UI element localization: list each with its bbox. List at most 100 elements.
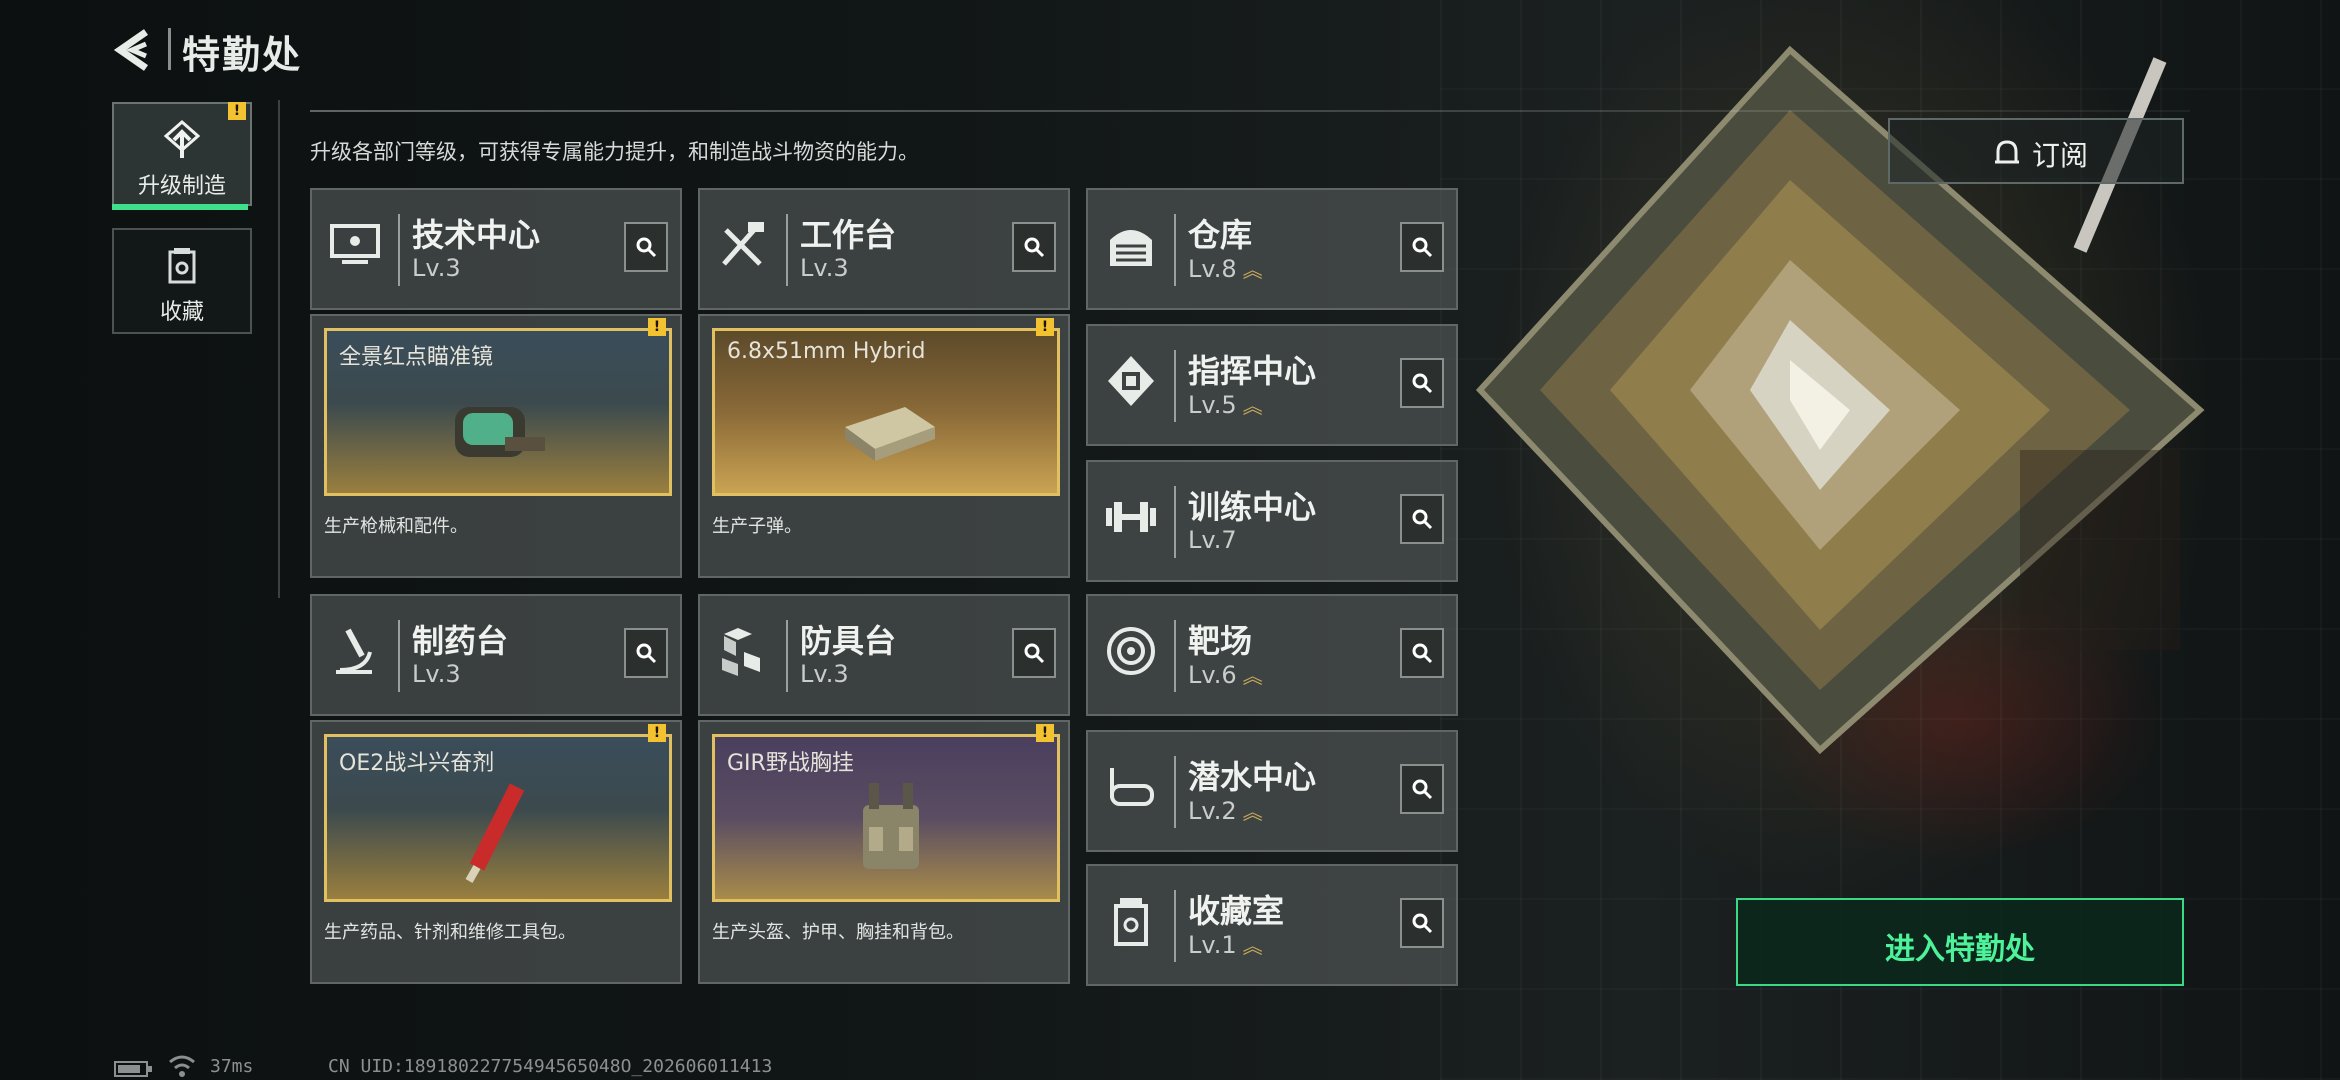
subscribe-button[interactable]: 订阅 bbox=[1888, 118, 2184, 184]
product-card-workbench[interactable]: 6.8x51mm Hybrid ! 生产子弹。 bbox=[698, 314, 1070, 578]
department-card-command[interactable]: 指挥中心 Lv.5 ︽ bbox=[1086, 324, 1458, 446]
product-card-pharmacy[interactable]: OE2战斗兴奋剂 ! 生产药品、针剂和维修工具包。 bbox=[310, 720, 682, 984]
product-description: 生产子弹。 bbox=[712, 516, 802, 537]
search-button[interactable] bbox=[1400, 222, 1444, 272]
department-card-pharmacy[interactable]: 制药台 Lv.3 bbox=[310, 594, 682, 716]
search-icon bbox=[1024, 237, 1045, 258]
department-name: 指挥中心 bbox=[1188, 352, 1317, 390]
department-card-armor[interactable]: 防具台 Lv.3 bbox=[698, 594, 1070, 716]
tools-icon bbox=[722, 222, 764, 266]
product-title: GIR野战胸挂 bbox=[727, 751, 854, 776]
product-card-armor[interactable]: GIR野战胸挂 ! 生产头盔、护甲、胸挂和背包。 bbox=[698, 720, 1070, 984]
level-up-icon: ︽ bbox=[1242, 258, 1263, 282]
department-card-tech[interactable]: 技术中心 Lv.3 bbox=[310, 188, 682, 310]
boxes-icon bbox=[722, 628, 760, 676]
tab-collection[interactable]: 收藏 bbox=[112, 228, 252, 334]
search-icon bbox=[1412, 509, 1433, 530]
department-name: 靶场 bbox=[1188, 622, 1253, 660]
monitor-icon bbox=[330, 224, 380, 264]
product-description: 生产枪械和配件。 bbox=[324, 516, 468, 537]
product-frame: GIR野战胸挂 bbox=[712, 734, 1060, 902]
department-level: Lv.5 ︽ bbox=[1188, 390, 1263, 419]
search-button[interactable] bbox=[1400, 628, 1444, 678]
card-separator bbox=[1174, 620, 1176, 692]
product-title: OE2战斗兴奋剂 bbox=[339, 751, 495, 776]
search-button[interactable] bbox=[1012, 222, 1056, 272]
product-frame: 6.8x51mm Hybrid bbox=[712, 328, 1060, 496]
level-up-icon: ︽ bbox=[1242, 394, 1263, 418]
department-level: Lv.3 bbox=[800, 660, 849, 688]
upgrade-icon bbox=[163, 120, 201, 158]
department-level: Lv.1 ︽ bbox=[1188, 930, 1263, 959]
department-name: 工作台 bbox=[800, 216, 897, 254]
search-button[interactable] bbox=[1400, 494, 1444, 544]
title-separator bbox=[168, 28, 171, 70]
department-card-range[interactable]: 靶场 Lv.6 ︽ bbox=[1086, 594, 1458, 716]
card-separator bbox=[1174, 756, 1176, 828]
department-name: 制药台 bbox=[412, 622, 509, 660]
department-card-workbench[interactable]: 工作台 Lv.3 bbox=[698, 188, 1070, 310]
search-button[interactable] bbox=[624, 628, 668, 678]
warning-badge: ! bbox=[648, 318, 666, 336]
department-card-training[interactable]: 训练中心 Lv.7 bbox=[1086, 460, 1458, 582]
tab-upgrade-label: 升级制造 bbox=[137, 174, 226, 199]
department-name: 收藏室 bbox=[1188, 892, 1285, 930]
level-value: Lv.2 bbox=[1188, 797, 1237, 825]
search-icon bbox=[1024, 643, 1045, 664]
red-dot-sight-image bbox=[455, 407, 545, 457]
diving-mask-icon bbox=[1110, 768, 1154, 806]
department-level: Lv.8 ︽ bbox=[1188, 254, 1263, 283]
search-icon bbox=[1412, 779, 1433, 800]
department-level: Lv.6 ︽ bbox=[1188, 660, 1263, 689]
card-separator bbox=[398, 214, 400, 286]
page-title: 特勤处 bbox=[182, 33, 303, 77]
card-separator bbox=[786, 214, 788, 286]
department-card-diving[interactable]: 潜水中心 Lv.2 ︽ bbox=[1086, 730, 1458, 852]
department-level: Lv.7 bbox=[1188, 526, 1237, 554]
level-up-icon: ︽ bbox=[1242, 664, 1263, 688]
product-card-tech[interactable]: 全景红点瞄准镜 ! 生产枪械和配件。 bbox=[310, 314, 682, 578]
product-title: 全景红点瞄准镜 bbox=[339, 345, 494, 370]
product-frame: 全景红点瞄准镜 bbox=[324, 328, 672, 496]
product-title: 6.8x51mm Hybrid bbox=[727, 339, 926, 364]
search-icon bbox=[636, 237, 657, 258]
stimulant-syringe-image bbox=[465, 783, 525, 883]
warning-badge: ! bbox=[1036, 318, 1054, 336]
warehouse-icon bbox=[1110, 230, 1152, 266]
card-separator bbox=[1174, 350, 1176, 422]
search-icon bbox=[1412, 237, 1433, 258]
department-name: 技术中心 bbox=[412, 216, 541, 254]
search-icon bbox=[1412, 643, 1433, 664]
search-button[interactable] bbox=[1400, 898, 1444, 948]
level-value: Lv.1 bbox=[1188, 931, 1237, 959]
dumbbell-icon bbox=[1106, 502, 1156, 532]
wifi-icon bbox=[169, 1055, 195, 1077]
department-name: 防具台 bbox=[800, 622, 897, 660]
chest-rig-image bbox=[863, 783, 919, 869]
bell-icon bbox=[1995, 140, 2019, 164]
search-button[interactable] bbox=[1400, 358, 1444, 408]
search-button[interactable] bbox=[1012, 628, 1056, 678]
enter-special-ops-button[interactable]: 进入特勤处 bbox=[1736, 898, 2184, 986]
department-level: Lv.2 ︽ bbox=[1188, 796, 1263, 825]
card-separator bbox=[398, 620, 400, 692]
card-separator bbox=[1174, 214, 1176, 286]
search-icon bbox=[636, 643, 657, 664]
search-icon bbox=[1412, 373, 1433, 394]
collection-icon bbox=[168, 248, 196, 284]
search-button[interactable] bbox=[624, 222, 668, 272]
department-card-collection-room[interactable]: 收藏室 Lv.1 ︽ bbox=[1086, 864, 1458, 986]
ammo-box-image bbox=[845, 407, 935, 461]
warning-badge: ! bbox=[648, 724, 666, 742]
target-icon bbox=[1107, 627, 1155, 675]
department-card-warehouse[interactable]: 仓库 Lv.8 ︽ bbox=[1086, 188, 1458, 310]
user-uid: CN UID:18918022775494565048O_20260601141… bbox=[328, 1056, 773, 1077]
level-up-icon: ︽ bbox=[1242, 934, 1263, 958]
level-up-icon: ︽ bbox=[1242, 800, 1263, 824]
department-level: Lv.3 bbox=[412, 254, 461, 282]
back-arrow-icon[interactable] bbox=[110, 26, 158, 74]
department-name: 潜水中心 bbox=[1188, 758, 1317, 796]
search-button[interactable] bbox=[1400, 764, 1444, 814]
department-level: Lv.3 bbox=[412, 660, 461, 688]
level-value: Lv.8 bbox=[1188, 255, 1237, 283]
